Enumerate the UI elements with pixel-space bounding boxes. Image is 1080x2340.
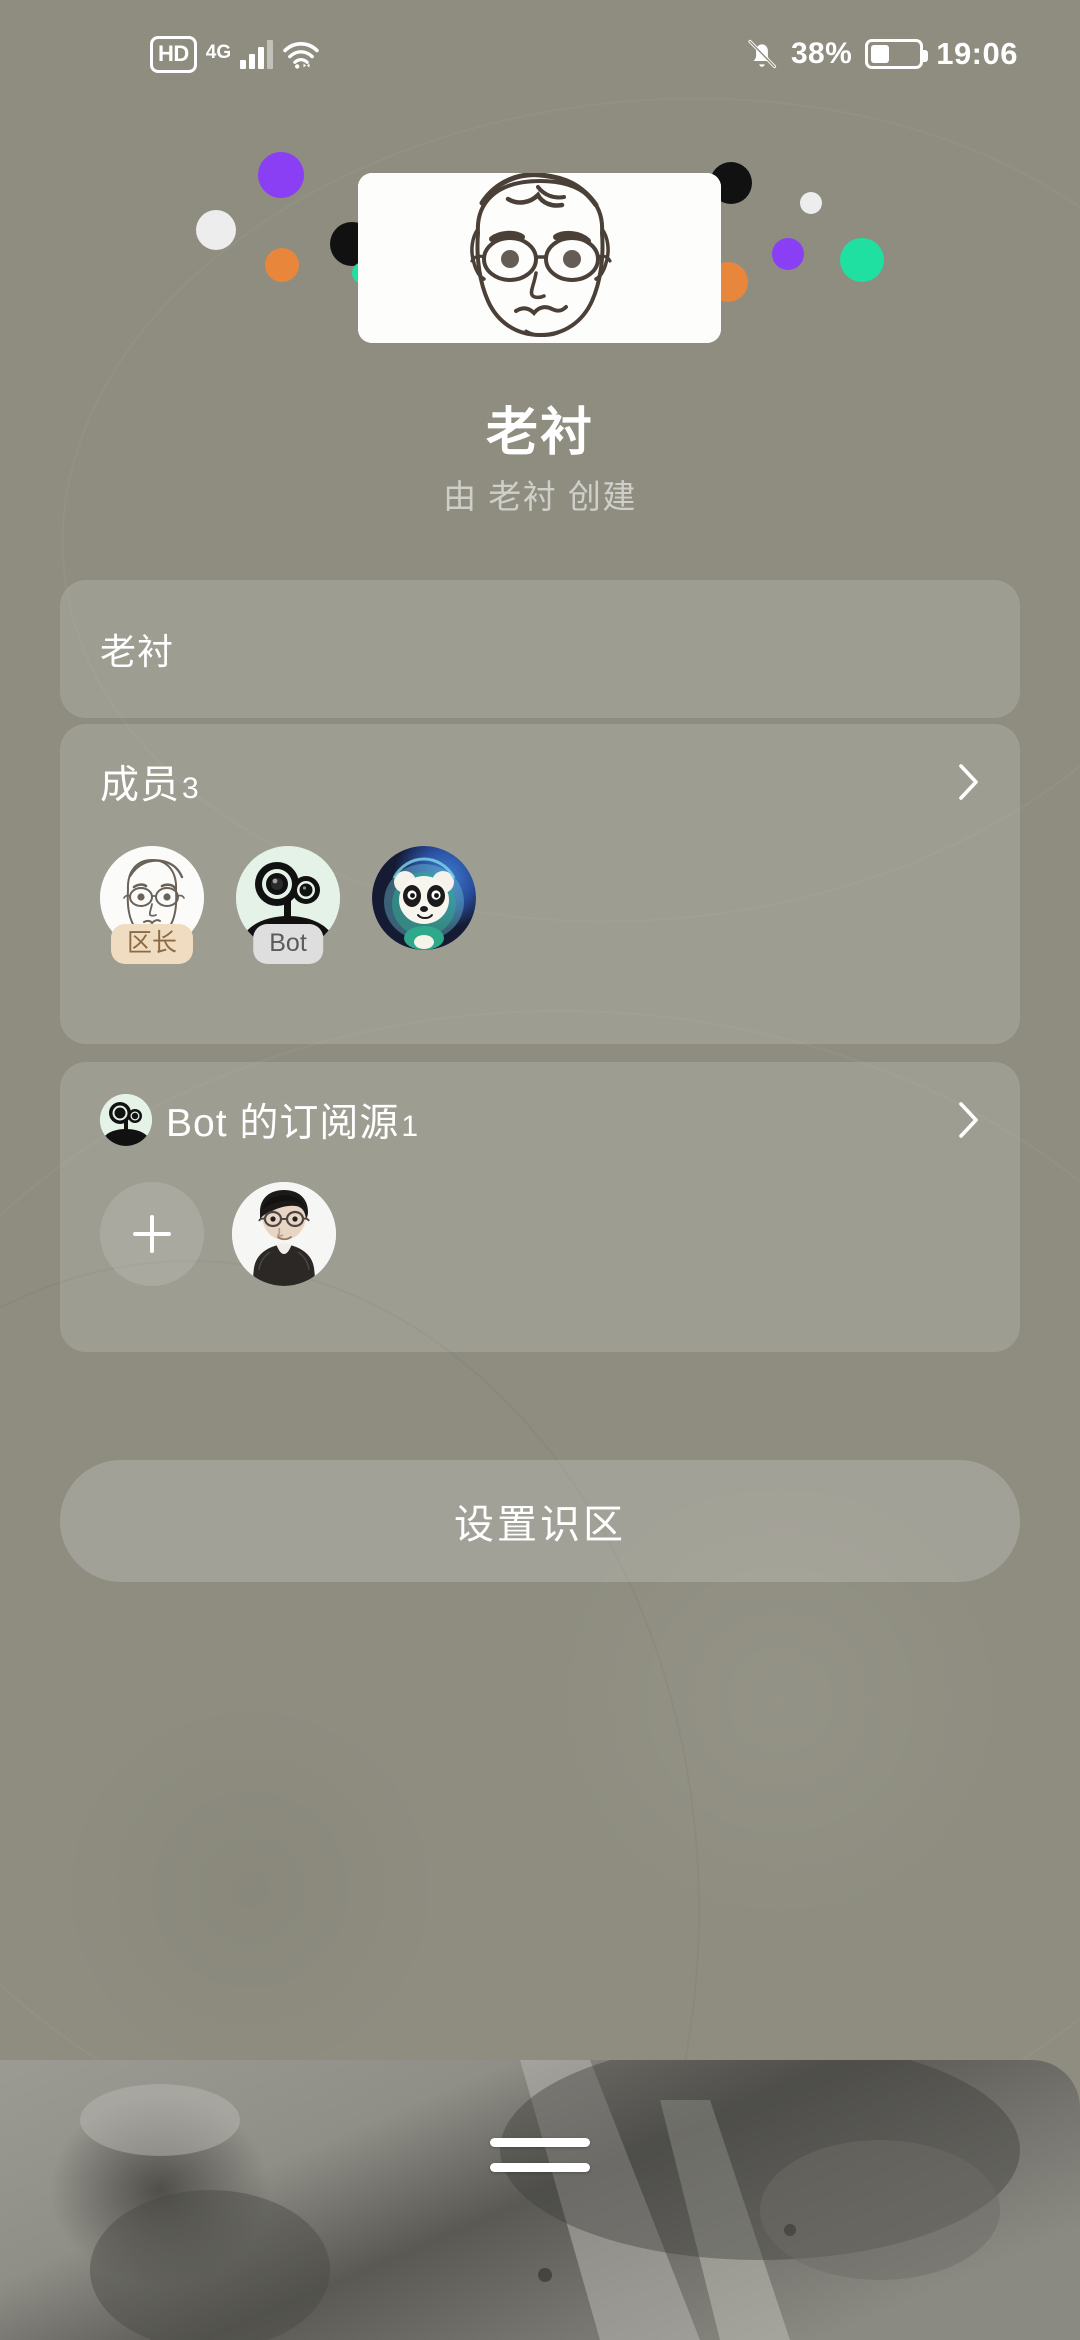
battery-icon [865, 39, 929, 69]
member-badge: Bot [253, 924, 323, 964]
members-section[interactable]: 成员 3 区长 Bot [60, 724, 1020, 1044]
battery-percent-label: 38% [790, 37, 853, 70]
background-blotch [40, 1700, 460, 2080]
add-subscription-button[interactable] [100, 1182, 204, 1286]
wifi-icon [282, 39, 320, 69]
subscriptions-title-label: Bot 的订阅源 [166, 1102, 400, 1145]
member-badge: 区长 [110, 924, 194, 964]
profile-avatar[interactable] [358, 173, 721, 343]
background-photo [0, 2060, 1080, 2340]
group-name-value: 老衬 [100, 631, 175, 672]
members-header-left: 成员 3 [100, 754, 200, 810]
portrait-photo-avatar [232, 1182, 336, 1286]
signal-bars-icon [240, 39, 274, 69]
plus-icon [133, 1215, 171, 1253]
decor-dot-white [196, 210, 236, 250]
subscriptions-section[interactable]: Bot 的订阅源 1 [60, 1062, 1020, 1352]
bot-eyes-avatar [100, 1094, 152, 1146]
settings-button[interactable]: 设置识区 [60, 1460, 1020, 1582]
hd-icon: HD [150, 35, 197, 73]
decor-dot-green [840, 238, 884, 282]
members-count: 3 [182, 772, 200, 805]
chevron-right-icon[interactable] [958, 763, 980, 801]
members-title: 成员 3 [100, 754, 200, 810]
subscription-item[interactable] [232, 1182, 336, 1286]
member-item[interactable] [372, 846, 476, 950]
panda-astronaut-avatar [372, 846, 476, 950]
subscriptions-title: Bot 的订阅源 1 [166, 1092, 419, 1148]
members-title-label: 成员 [100, 764, 181, 807]
nav-handle-icon[interactable] [490, 2138, 590, 2172]
members-avatar-list: 区长 Bot [100, 840, 980, 964]
bell-muted-icon [746, 37, 778, 71]
decor-dot-purple [772, 238, 804, 270]
avatar [372, 846, 476, 950]
subscriptions-list [100, 1178, 980, 1286]
decor-dot-white [800, 192, 822, 214]
subscriptions-count: 1 [401, 1110, 420, 1143]
profile-header: 老衬 由 老衬 创建 [0, 110, 1080, 530]
group-name-field[interactable]: 老衬 [60, 580, 1020, 718]
subscriptions-header[interactable]: Bot 的订阅源 1 [100, 1062, 980, 1178]
member-item[interactable]: 区长 [100, 846, 204, 964]
chevron-right-icon[interactable] [958, 1101, 980, 1139]
network-type-label: 4G [205, 41, 232, 63]
status-bar-right: 38% 19:06 [746, 36, 1040, 72]
status-bar: HD 4G 38% 19:06 [0, 0, 1080, 108]
decor-dot-purple [258, 152, 304, 198]
status-bar-left: HD 4G [40, 35, 320, 73]
clock-label: 19:06 [936, 36, 1018, 71]
creator-subtitle: 由 老衬 创建 [443, 478, 637, 515]
bottom-photo-area [0, 2060, 1080, 2340]
subscriptions-header-left: Bot 的订阅源 1 [100, 1092, 419, 1148]
sketch-face-avatar [358, 173, 721, 343]
decor-dot-orange [265, 248, 299, 282]
members-header[interactable]: 成员 3 [100, 724, 980, 840]
member-item[interactable]: Bot [236, 846, 340, 964]
page-title: 老衬 [485, 404, 594, 462]
